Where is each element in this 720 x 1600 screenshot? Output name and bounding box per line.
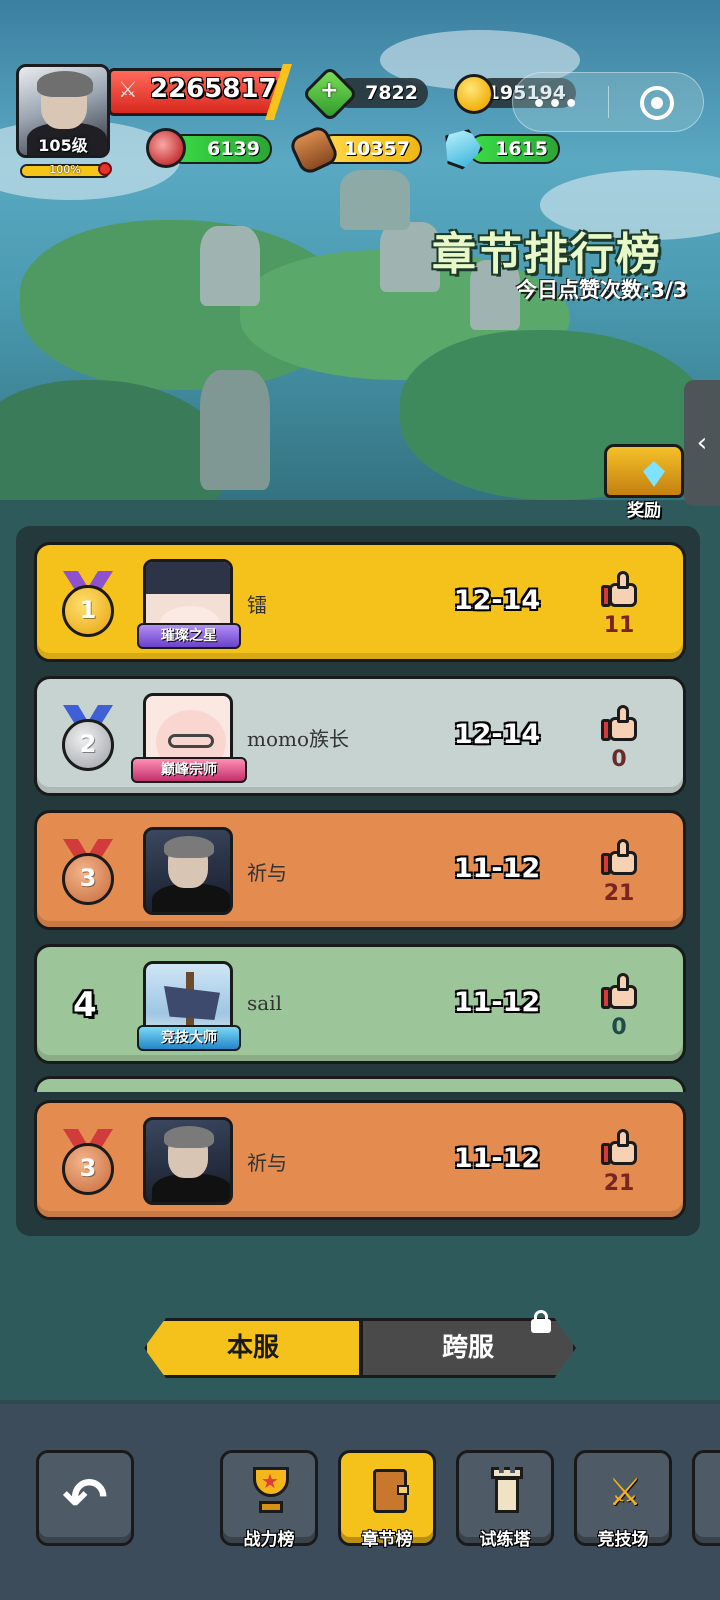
page-title: 章节排行榜 <box>432 229 662 280</box>
next-row-peek <box>34 1076 686 1092</box>
player-name: momo族长 <box>247 727 350 751</box>
nav-next-item-peek[interactable] <box>692 1450 720 1546</box>
reward-button[interactable]: 奖励 <box>598 444 690 521</box>
gems-value: 7822 <box>365 82 418 104</box>
lock-icon <box>530 1310 552 1333</box>
crystal-value: 1615 <box>495 138 548 160</box>
gold-medal-icon: 1 <box>57 571 119 641</box>
nav-trial-tower[interactable]: 试练塔 <box>456 1450 554 1550</box>
chevron-left-icon: ‹ <box>696 428 708 458</box>
title-badge: 竞技大师 <box>137 1025 241 1051</box>
book-icon <box>367 1467 411 1517</box>
avatar[interactable] <box>143 1117 233 1205</box>
chapter-progress: 12-14 <box>453 585 541 616</box>
meat-icon <box>146 128 186 168</box>
meat-value: 6139 <box>207 138 260 160</box>
title-badge: 巅峰宗师 <box>131 757 247 783</box>
more-options-icon[interactable]: ••• <box>532 92 580 117</box>
bronze-medal-icon: 3 <box>57 839 119 909</box>
like-count: 0 <box>611 747 627 772</box>
player-name: 祈与 <box>247 1151 287 1175</box>
daily-like-count: 今日点赞次数:3/3 <box>516 278 688 302</box>
coin-icon <box>454 74 494 114</box>
nav-arena[interactable]: ⚔ 竞技场 <box>574 1450 672 1550</box>
thumbs-up-icon <box>601 705 637 741</box>
chapter-progress: 11-12 <box>453 1143 541 1174</box>
ranking-row-3[interactable]: 3 祈与 11-12 21 <box>34 810 686 930</box>
player-name: sail <box>247 991 282 1015</box>
back-arrow-icon: ↶ <box>62 1466 108 1529</box>
nav-label: 战力榜 <box>243 1530 295 1550</box>
back-button[interactable]: ↶ <box>36 1450 134 1546</box>
ranking-row-2[interactable]: 2 巅峰宗师 momo族长 12-14 0 <box>34 676 686 796</box>
chapter-progress: 11-12 <box>453 987 541 1018</box>
capsule-divider <box>608 86 609 118</box>
player-name: 镭 <box>247 593 267 617</box>
crossed-swords-icon: ⚔ <box>118 78 138 103</box>
add-gems-icon[interactable]: + <box>320 78 338 103</box>
nav-label: 竞技场 <box>597 1530 649 1550</box>
bronze-medal-icon: 3 <box>57 1129 119 1199</box>
my-rank-row[interactable]: 3 祈与 11-12 21 <box>34 1100 686 1220</box>
nav-label: 试练塔 <box>479 1530 531 1550</box>
crossed-swords-icon: ⚔ <box>607 1470 643 1514</box>
like-button[interactable]: 21 <box>589 833 649 917</box>
nav-power-ranking[interactable]: ★ 战力榜 <box>220 1450 318 1550</box>
notification-dot <box>98 162 112 176</box>
server-tabs: 本服 跨服 <box>144 1318 576 1378</box>
like-button[interactable]: 0 <box>589 967 649 1051</box>
like-count: 21 <box>603 881 635 906</box>
power-value: 2265817 <box>150 74 277 104</box>
silver-medal-icon: 2 <box>57 705 119 775</box>
like-button[interactable]: 11 <box>589 565 649 649</box>
thumbs-up-icon <box>601 839 637 875</box>
like-count: 11 <box>603 613 635 638</box>
nav-label: 章节榜 <box>361 1530 413 1550</box>
chapter-progress: 11-12 <box>453 853 541 884</box>
thumbs-up-icon <box>601 571 637 607</box>
trophy-icon: ★ <box>249 1467 293 1517</box>
rank-number: 4 <box>73 985 97 1025</box>
tower-icon <box>485 1467 529 1517</box>
like-button[interactable]: 0 <box>589 699 649 783</box>
tab-local-server[interactable]: 本服 <box>144 1318 362 1378</box>
exp-percent: 100% <box>49 163 81 176</box>
avatar[interactable] <box>143 827 233 915</box>
ranking-row-4[interactable]: 4 竞技大师 sail 11-12 0 <box>34 944 686 1064</box>
thumbs-up-icon <box>601 973 637 1009</box>
ranking-row-1[interactable]: 1 璀璨之星 镭 12-14 11 <box>34 542 686 662</box>
close-target-icon[interactable] <box>640 86 674 120</box>
like-count: 21 <box>603 1171 635 1196</box>
thumbs-up-icon <box>601 1129 637 1165</box>
like-count: 0 <box>611 1015 627 1040</box>
like-button[interactable]: 21 <box>589 1123 649 1207</box>
reward-label: 奖励 <box>627 501 661 521</box>
chapter-progress: 12-14 <box>453 719 541 750</box>
player-level: 105级 <box>38 136 88 155</box>
title-badge: 璀璨之星 <box>137 623 241 649</box>
nav-chapter-ranking[interactable]: 章节榜 <box>338 1450 436 1550</box>
player-name: 祈与 <box>247 861 287 885</box>
treasure-chest-icon <box>604 444 684 498</box>
wood-value: 10357 <box>343 138 410 160</box>
